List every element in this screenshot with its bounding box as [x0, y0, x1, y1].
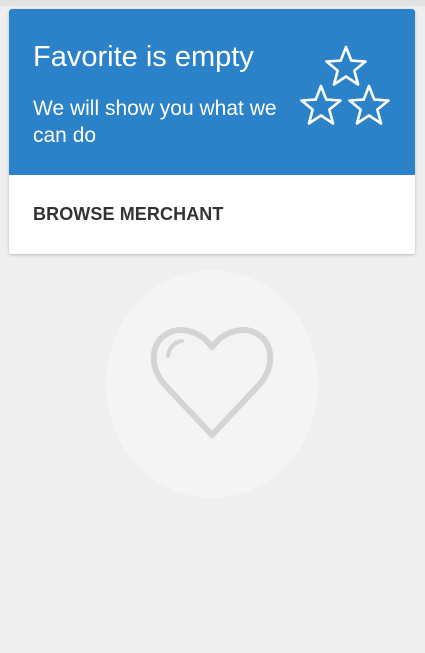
heart-icon	[150, 327, 274, 438]
empty-favorite-card: Favorite is empty We will show you what …	[9, 9, 415, 254]
browse-merchant-button[interactable]: BROWSE MERCHANT	[33, 204, 224, 225]
stars-icon	[300, 45, 390, 125]
star-icon	[300, 84, 342, 125]
star-icon	[348, 84, 390, 125]
card-title: Favorite is empty	[33, 41, 254, 73]
star-icon	[325, 45, 367, 86]
card-header: Favorite is empty We will show you what …	[9, 9, 415, 175]
card-subtitle: We will show you what we can do	[33, 97, 277, 147]
status-bar-edge	[0, 0, 425, 6]
